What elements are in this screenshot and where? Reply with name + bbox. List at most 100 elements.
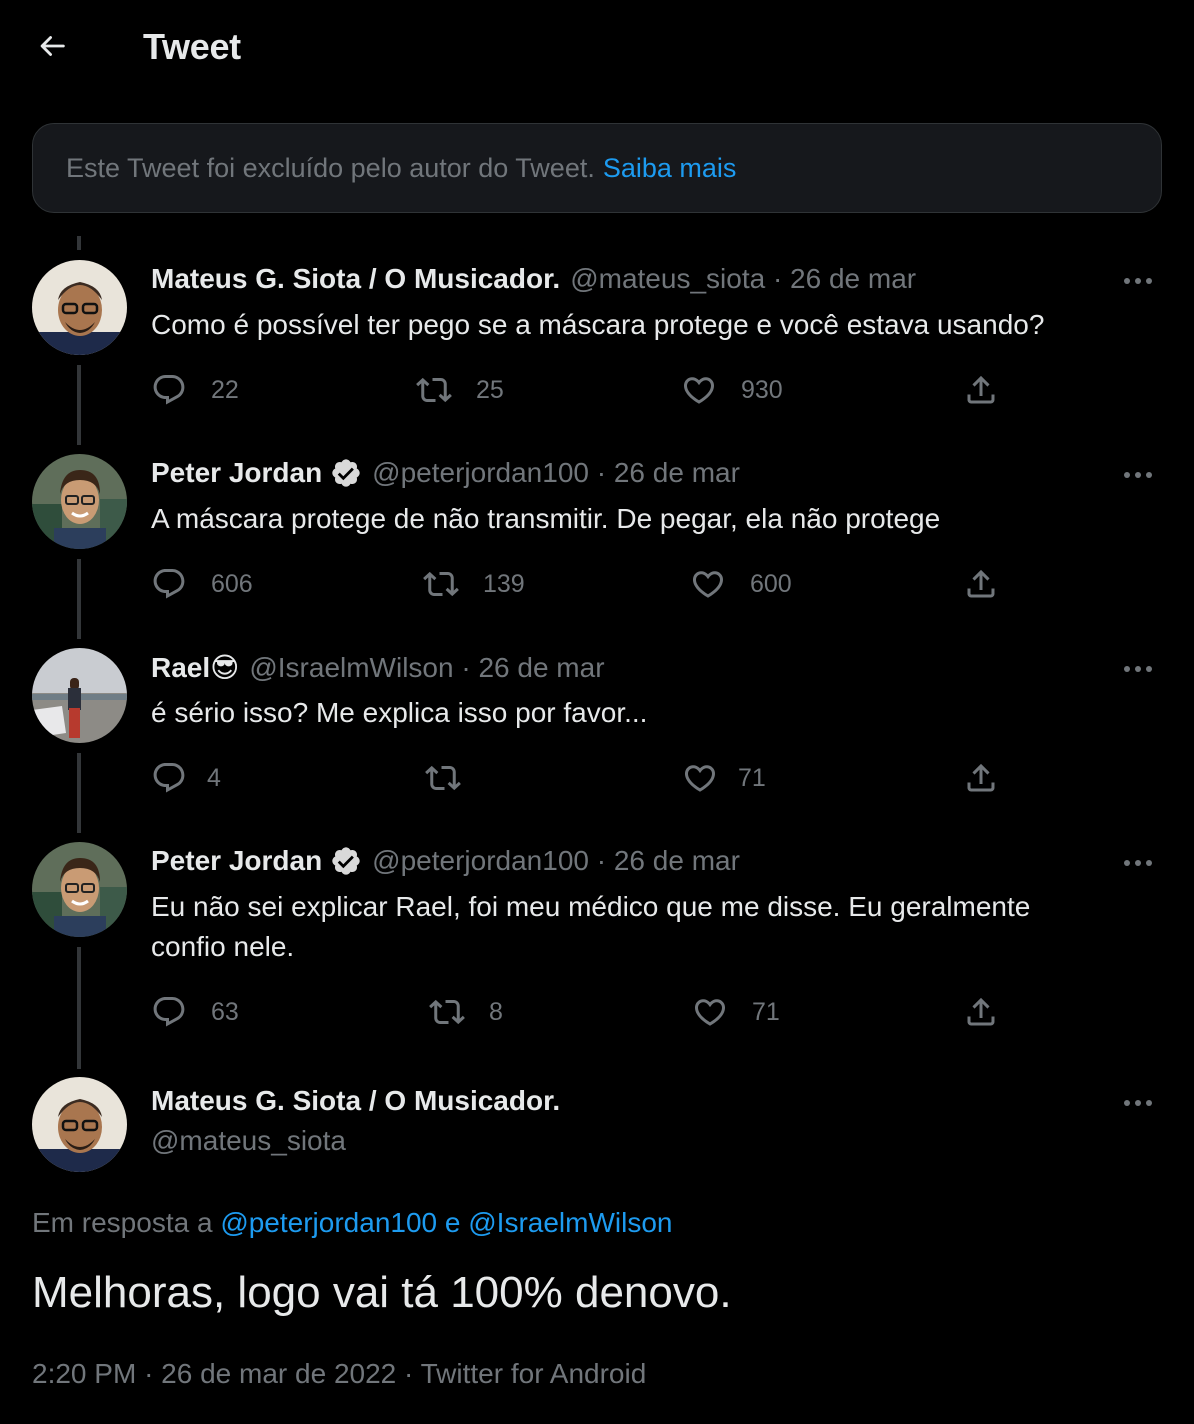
reply-count: 22 — [211, 375, 239, 404]
main-tweet-text: Melhoras, logo vai tá 100% denovo. — [32, 1268, 732, 1317]
share-icon — [967, 763, 995, 792]
top-bar: Tweet — [0, 0, 1194, 92]
tweet-time[interactable]: 2:20 PM — [32, 1358, 136, 1389]
avatar[interactable] — [32, 842, 127, 937]
like-count: 930 — [741, 375, 783, 404]
main-tweet-author-handle[interactable]: @mateus_siota — [151, 1125, 346, 1157]
tweet-date[interactable]: 26 de mar de 2022 — [161, 1358, 396, 1389]
retweet-button[interactable]: 8 — [429, 990, 503, 1034]
tweet-text: é sério isso? Me explica isso por favor.… — [151, 697, 648, 728]
like-count: 71 — [738, 763, 766, 792]
author-handle-date: @peterjordan100 · 26 de mar — [372, 845, 740, 876]
like-icon — [684, 765, 716, 792]
thread-line — [77, 947, 81, 1069]
tweet-actions: 22 25 930 — [151, 368, 1011, 412]
reply-icon — [153, 569, 185, 599]
share-icon — [967, 997, 995, 1026]
more-button[interactable] — [1118, 266, 1158, 296]
like-button[interactable]: 600 — [690, 562, 792, 606]
author-handle-date: @peterjordan100 · 26 de mar — [372, 457, 740, 488]
like-button[interactable]: 71 — [692, 990, 780, 1034]
retweet-icon — [416, 377, 452, 403]
reply-button[interactable]: 63 — [151, 990, 239, 1034]
retweet-count: 8 — [489, 997, 503, 1026]
share-button[interactable] — [963, 756, 999, 800]
author-name[interactable]: Mateus G. Siota / O Musicador. — [151, 263, 560, 295]
retweet-icon — [425, 765, 461, 791]
tweet-actions: 4 71 — [151, 756, 1011, 800]
tweet-header: Peter Jordan @peterjordan100 · 26 de mar — [151, 845, 740, 877]
reply-button[interactable]: 22 — [151, 368, 239, 412]
page-title: Tweet — [143, 26, 241, 67]
like-count: 71 — [752, 997, 780, 1026]
avatar[interactable] — [32, 648, 127, 743]
more-icon — [1124, 666, 1152, 672]
tweet-source[interactable]: Twitter for Android — [421, 1358, 647, 1389]
main-tweet-author-name[interactable]: Mateus G. Siota / O Musicador. — [151, 1085, 560, 1117]
reply-button[interactable]: 606 — [151, 562, 253, 606]
tweet-header: Mateus G. Siota / O Musicador. @mateus_s… — [151, 263, 916, 295]
like-count: 600 — [750, 569, 792, 598]
retweet-button[interactable]: 139 — [423, 562, 525, 606]
reply-count: 4 — [207, 763, 221, 792]
tweet-actions: 63 8 71 — [151, 990, 1011, 1034]
main-tweet-meta: 2:20 PM · 26 de mar de 2022 · Twitter fo… — [32, 1358, 647, 1389]
retweet-button[interactable]: 25 — [416, 368, 504, 412]
thread-line — [77, 559, 81, 639]
reply-button[interactable]: 4 — [151, 756, 221, 800]
author-name[interactable]: Rael😎 — [151, 651, 239, 684]
back-arrow-icon — [40, 36, 65, 56]
retweet-count: 139 — [483, 569, 525, 598]
share-button[interactable] — [963, 368, 999, 412]
avatar[interactable] — [32, 454, 127, 549]
reply-icon — [153, 763, 185, 793]
replying-to: Em resposta a @peterjordan100 e @Israelm… — [32, 1207, 672, 1239]
reply-prefix: Em resposta a — [32, 1207, 213, 1238]
more-icon — [1124, 472, 1152, 478]
retweet-icon — [423, 571, 459, 597]
more-button[interactable] — [1118, 460, 1158, 490]
verified-badge-icon — [330, 845, 362, 877]
reply-count: 606 — [211, 569, 253, 598]
retweet-icon — [429, 999, 465, 1025]
back-button[interactable] — [30, 24, 74, 68]
like-icon — [692, 571, 724, 598]
more-button[interactable] — [1118, 848, 1158, 878]
more-button[interactable] — [1118, 1088, 1158, 1118]
like-icon — [683, 377, 715, 404]
share-button[interactable] — [963, 562, 999, 606]
main-tweet-avatar[interactable] — [32, 1077, 127, 1172]
more-icon — [1124, 1100, 1152, 1106]
reply-user-link[interactable]: @IsraelmWilson — [468, 1207, 672, 1238]
author-handle-date: @IsraelmWilson · 26 de mar — [249, 651, 605, 683]
author-name[interactable]: Peter Jordan — [151, 457, 322, 489]
reply-icon — [153, 997, 185, 1027]
tweet-text: Eu não sei explicar Rael, foi meu médico… — [151, 891, 1031, 962]
retweet-count: 25 — [476, 375, 504, 404]
avatar[interactable] — [32, 260, 127, 355]
share-button[interactable] — [963, 990, 999, 1034]
deleted-notice-text: Este Tweet foi excluído pelo autor do Tw… — [66, 152, 595, 183]
more-icon — [1124, 860, 1152, 866]
thread-line — [77, 753, 81, 833]
retweet-button[interactable] — [425, 756, 461, 800]
like-icon — [694, 999, 726, 1026]
like-button[interactable]: 71 — [682, 756, 766, 800]
learn-more-link[interactable]: Saiba mais — [603, 153, 737, 184]
reply-and: e — [444, 1207, 461, 1238]
author-handle-date: @mateus_siota · 26 de mar — [570, 263, 917, 294]
reply-icon — [153, 375, 185, 405]
thread-line — [77, 236, 81, 250]
author-name[interactable]: Peter Jordan — [151, 845, 322, 877]
thread-line — [77, 365, 81, 445]
more-button[interactable] — [1118, 654, 1158, 684]
tweet-actions: 606 139 600 — [151, 562, 1011, 606]
share-icon — [967, 569, 995, 598]
tweet-header: Peter Jordan @peterjordan100 · 26 de mar — [151, 457, 740, 489]
like-button[interactable]: 930 — [681, 368, 783, 412]
reply-user-link[interactable]: @peterjordan100 — [220, 1207, 437, 1238]
verified-badge-icon — [330, 457, 362, 489]
tweet-header: Rael😎 @IsraelmWilson · 26 de mar — [151, 651, 605, 684]
tweet-text: Como é possível ter pego se a máscara pr… — [151, 309, 1045, 340]
reply-count: 63 — [211, 997, 239, 1026]
